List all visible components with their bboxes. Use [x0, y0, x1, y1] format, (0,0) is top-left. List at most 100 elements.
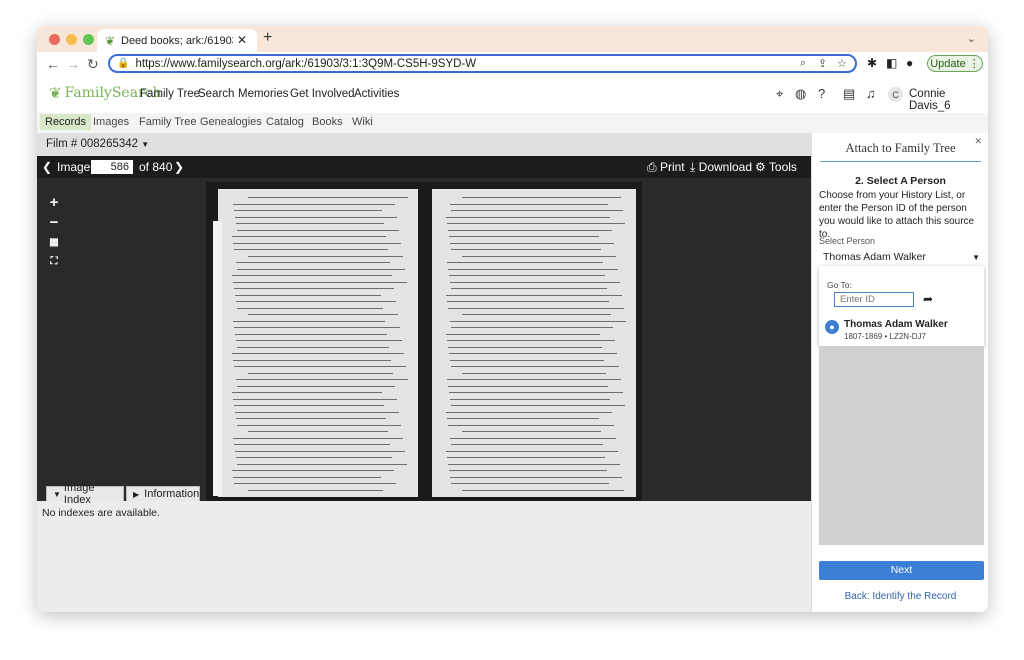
- handwriting-line: [447, 301, 609, 302]
- step-description: Choose from your History List, or enter …: [819, 190, 975, 240]
- reload-icon[interactable]: ↻: [87, 56, 99, 73]
- nav-search[interactable]: Search: [198, 88, 234, 100]
- information-tab[interactable]: ▶ Information: [126, 486, 200, 501]
- handwriting-line: [446, 216, 610, 218]
- minimize-window-button[interactable]: [66, 34, 77, 45]
- nav-activities[interactable]: Activities: [354, 88, 399, 100]
- close-window-button[interactable]: [49, 34, 60, 45]
- address-bar[interactable]: 🔒 https://www.familysearch.org/ark:/6190…: [108, 54, 857, 73]
- select-person-dropdown[interactable]: Thomas Adam Walker ▼: [819, 249, 984, 266]
- nav-memories[interactable]: Memories: [238, 88, 288, 100]
- forward-arrow-icon[interactable]: →: [66, 56, 80, 72]
- browser-tab[interactable]: ❦ Deed books; ark:/61903/3:1:3C ✕: [97, 29, 257, 52]
- handwriting-line: [234, 249, 388, 250]
- subnav-records[interactable]: Records: [40, 114, 91, 130]
- image-index-label: Image Index: [63, 482, 95, 506]
- handwriting-line: [450, 437, 616, 439]
- handwriting-line: [234, 366, 406, 367]
- subnav-catalog[interactable]: Catalog: [266, 116, 304, 128]
- back-arrow-icon[interactable]: ←: [46, 56, 60, 72]
- handwriting-line: [236, 457, 392, 458]
- handwriting-line: [233, 203, 395, 205]
- handwriting-line: [232, 236, 386, 237]
- panel-title: Attach to Family Tree: [845, 141, 956, 155]
- subnav-wiki[interactable]: Wiki: [352, 116, 373, 128]
- handwriting-line: [235, 411, 399, 413]
- print-button[interactable]: ⎙ Print: [647, 160, 685, 175]
- handwriting-line: [451, 483, 609, 484]
- handwriting-line: [448, 424, 614, 426]
- image-number-input[interactable]: 586: [91, 160, 133, 174]
- handwriting-line: [236, 223, 384, 224]
- user-avatar[interactable]: C: [888, 87, 903, 102]
- tab-bar: ❦ Deed books; ark:/61903/3:1:3C ✕ + ⌄: [37, 26, 988, 52]
- deed-book-page-image: [206, 182, 642, 502]
- back-link[interactable]: Back: Identify the Record: [812, 591, 988, 602]
- select-person-label: Select Person: [819, 236, 876, 246]
- download-icon: ⤓: [690, 160, 696, 174]
- globe-icon[interactable]: ◍: [795, 86, 806, 102]
- sidebar-icon[interactable]: ◧: [886, 56, 897, 70]
- notifications-bell-icon[interactable]: ♫: [866, 86, 876, 101]
- image-index-tab[interactable]: ▼ Image Index: [46, 482, 124, 506]
- handwriting-line: [446, 411, 612, 413]
- grid-view-icon[interactable]: ▦: [44, 234, 64, 252]
- handwriting-line: [233, 476, 381, 478]
- help-icon[interactable]: ?: [818, 86, 825, 101]
- result-person-meta: 1807-1869 • LZ2N-DJ7: [844, 332, 926, 341]
- nav-get-involved[interactable]: Get Involved: [290, 88, 355, 100]
- zoom-in-icon[interactable]: +: [44, 194, 64, 212]
- go-arrow-icon[interactable]: ➦: [923, 292, 933, 306]
- subnav-genealogies[interactable]: Genealogies: [200, 116, 262, 128]
- update-button[interactable]: Update ⋮: [927, 55, 983, 72]
- handwriting-line: [235, 294, 381, 296]
- handwriting-line: [234, 288, 394, 289]
- zoom-out-icon[interactable]: −: [44, 214, 64, 232]
- browser-toolbar: ← → ↻ 🔒 https://www.familysearch.org/ark…: [37, 52, 988, 77]
- tab-title: Deed books; ark:/61903/3:1:3C: [121, 34, 233, 47]
- person-avatar-icon: ●: [825, 320, 839, 334]
- handwriting-line: [446, 294, 622, 296]
- search-icon[interactable]: ⌕: [800, 57, 806, 70]
- star-icon[interactable]: ☆: [837, 57, 847, 70]
- messages-icon[interactable]: ▤: [843, 86, 855, 102]
- profile-avatar-icon[interactable]: ●: [906, 56, 913, 70]
- extensions-icon[interactable]: ✱: [867, 56, 877, 70]
- film-number-dropdown[interactable]: Film # 008265342 ▼: [46, 138, 149, 150]
- handwriting-line: [448, 229, 612, 231]
- handwriting-line: [248, 489, 383, 491]
- handwriting-line: [462, 372, 606, 374]
- handwriting-line: [234, 444, 390, 445]
- handwriting-line: [450, 281, 620, 283]
- next-button[interactable]: Next: [819, 561, 984, 580]
- nav-family-tree[interactable]: Family Tree: [140, 88, 200, 100]
- download-button[interactable]: ⤓ Download: [690, 160, 752, 175]
- handwriting-line: [232, 275, 392, 276]
- location-pin-icon[interactable]: ⌖: [776, 86, 783, 102]
- fullscreen-icon[interactable]: ⛶: [44, 253, 64, 271]
- share-icon[interactable]: ⇪: [818, 57, 827, 70]
- handwriting-line: [450, 242, 614, 244]
- subnav-family-tree[interactable]: Family Tree: [139, 116, 196, 128]
- user-name[interactable]: Connie Davis_6: [909, 88, 988, 112]
- handwriting-line: [451, 249, 601, 250]
- tools-button[interactable]: ⚙ Tools: [755, 160, 797, 174]
- handwriting-line: [462, 197, 621, 198]
- person-dropdown-menu: Go To: ➦ ● Thomas Adam Walker 1807-1869 …: [819, 266, 984, 346]
- previous-image-icon[interactable]: ❮: [42, 160, 52, 174]
- subnav-books[interactable]: Books: [312, 116, 343, 128]
- maximize-window-button[interactable]: [83, 34, 94, 45]
- image-viewer[interactable]: ❮ Image 586 of 840 ❯ ⎙ Print ⤓ Download …: [37, 156, 811, 502]
- handwriting-line: [234, 405, 384, 406]
- handwriting-line: [248, 314, 398, 315]
- close-tab-icon[interactable]: ✕: [237, 33, 247, 47]
- next-image-icon[interactable]: ❯: [174, 160, 184, 174]
- chevron-down-icon[interactable]: ⌄: [967, 32, 976, 45]
- attach-panel: ✕ Attach to Family Tree 2. Select A Pers…: [811, 133, 988, 612]
- subnav-images[interactable]: Images: [93, 116, 129, 128]
- new-tab-icon[interactable]: +: [263, 29, 272, 47]
- handwriting-line: [447, 262, 603, 263]
- handwriting-line: [237, 307, 383, 309]
- handwriting-line: [237, 385, 395, 387]
- person-id-input[interactable]: [834, 292, 914, 307]
